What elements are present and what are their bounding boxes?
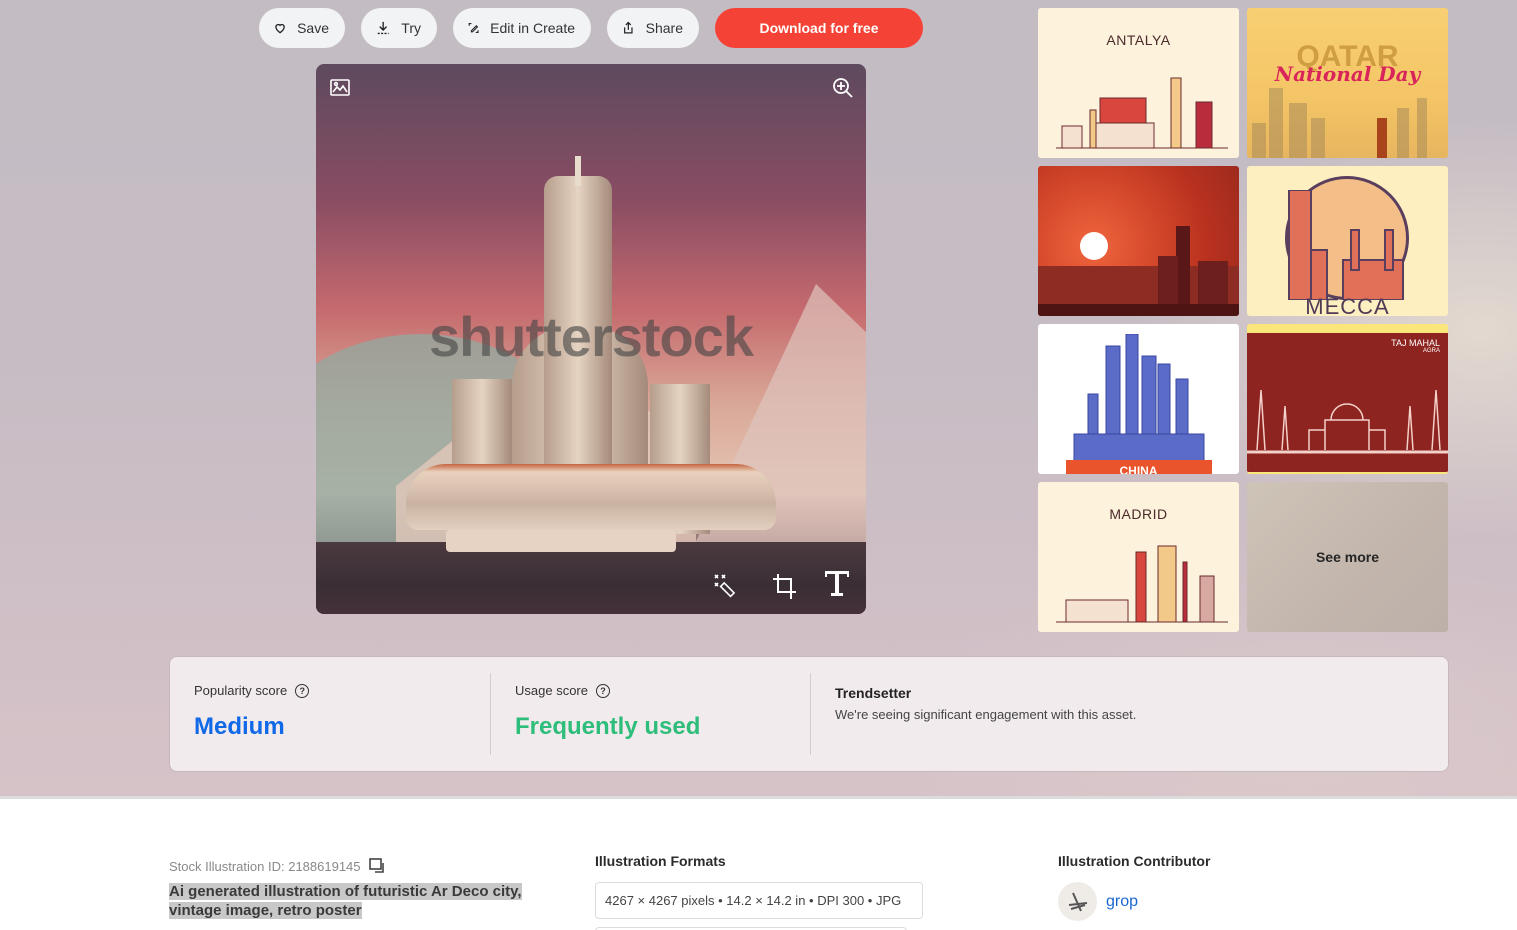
trendsetter-description: We're seeing significant engagement with… bbox=[835, 707, 1137, 722]
see-more-label: See more bbox=[1315, 549, 1380, 565]
watermark: shutterstock bbox=[428, 305, 754, 368]
try-button[interactable]: Try bbox=[361, 8, 437, 48]
crop-icon[interactable] bbox=[771, 572, 797, 600]
building-ring-shape bbox=[406, 464, 776, 530]
usage-score-label: Usage score ? bbox=[515, 683, 786, 698]
copy-icon[interactable] bbox=[368, 858, 387, 874]
related-thumb-china[interactable]: CHINA bbox=[1038, 324, 1239, 474]
save-label: Save bbox=[297, 20, 329, 36]
format-option[interactable]: 4267 × 4267 pixels • 14.2 × 14.2 in • DP… bbox=[595, 882, 923, 919]
zoom-in-icon[interactable] bbox=[832, 77, 854, 99]
thumb-label: TAJ MAHAL AGRA bbox=[1391, 338, 1440, 355]
image-icon[interactable] bbox=[330, 79, 350, 97]
usage-score-value: Frequently used bbox=[515, 713, 701, 740]
usage-label-text: Usage score bbox=[515, 683, 588, 698]
avatar bbox=[1058, 882, 1097, 921]
text-icon[interactable] bbox=[823, 569, 851, 597]
format-option-text: 4267 × 4267 pixels • 14.2 × 14.2 in • DP… bbox=[605, 893, 902, 908]
skyline-art bbox=[1066, 334, 1212, 474]
try-label: Try bbox=[401, 20, 421, 36]
magic-wand-icon[interactable] bbox=[712, 572, 738, 598]
trendsetter-title: Trendsetter bbox=[835, 685, 912, 701]
thumb-label: CHINA bbox=[1119, 464, 1158, 474]
help-icon[interactable]: ? bbox=[295, 683, 310, 698]
trendsetter-badge: Trendsetter We're seeing significant eng… bbox=[810, 673, 1160, 755]
related-illustrations-grid: ANTALYA QATAR National Day MECCA CHINA T… bbox=[1038, 8, 1448, 632]
stock-id: Stock Illustration ID: 2188619145 bbox=[169, 858, 387, 874]
share-label: Share bbox=[645, 20, 683, 36]
edit-pencil-icon bbox=[468, 23, 479, 33]
related-thumb-mecca[interactable]: MECCA bbox=[1247, 166, 1448, 316]
save-button[interactable]: Save bbox=[259, 8, 345, 48]
thumb-title: TAJ MAHAL bbox=[1391, 338, 1440, 348]
related-thumb-madrid[interactable]: MADRID bbox=[1038, 482, 1239, 632]
popularity-score-label: Popularity score ? bbox=[194, 683, 466, 698]
edit-label: Edit in Create bbox=[490, 20, 575, 36]
related-thumb-qatar[interactable]: QATAR National Day bbox=[1247, 8, 1448, 158]
contributor-link[interactable]: grop bbox=[1058, 882, 1138, 921]
popularity-score-value: Medium bbox=[194, 713, 285, 740]
spire-shape bbox=[575, 156, 581, 186]
related-thumb-taj-mahal[interactable]: TAJ MAHAL AGRA bbox=[1247, 324, 1448, 474]
skyline-art bbox=[1056, 77, 1228, 149]
asset-scores-panel: Popularity score ? Medium Usage score ? … bbox=[169, 656, 1449, 772]
thumb-label: ANTALYA bbox=[1106, 32, 1171, 48]
formats-title: Illustration Formats bbox=[595, 853, 726, 869]
illustration-description: Ai generated illustration of futuristic … bbox=[169, 882, 539, 920]
section-divider bbox=[0, 796, 1517, 799]
related-thumb-antalya[interactable]: ANTALYA bbox=[1038, 8, 1239, 158]
download-for-free-button[interactable]: Download for free bbox=[715, 8, 923, 48]
stock-id-text: Stock Illustration ID: 2188619145 bbox=[169, 858, 361, 874]
contributor-title: Illustration Contributor bbox=[1058, 853, 1211, 869]
see-more-button[interactable]: See more bbox=[1247, 482, 1448, 632]
contributor-name: grop bbox=[1106, 892, 1139, 910]
heart-icon bbox=[275, 23, 285, 34]
help-icon[interactable]: ? bbox=[595, 683, 610, 698]
popularity-score: Popularity score ? Medium bbox=[170, 657, 490, 771]
skyline-art bbox=[1252, 88, 1427, 158]
main-illustration[interactable]: shutterstock bbox=[316, 64, 866, 614]
edit-in-create-button[interactable]: Edit in Create bbox=[453, 8, 591, 48]
download-icon bbox=[377, 21, 389, 35]
description-text: Ai generated illustration of futuristic … bbox=[169, 883, 522, 919]
download-label: Download for free bbox=[759, 20, 879, 36]
share-icon bbox=[624, 21, 633, 34]
share-button[interactable]: Share bbox=[607, 8, 699, 48]
thumb-label: MECCA bbox=[1305, 294, 1390, 316]
skyline-art bbox=[1038, 226, 1239, 316]
thumb-label: MADRID bbox=[1109, 506, 1168, 522]
skyline-art bbox=[1288, 190, 1404, 300]
usage-score: Usage score ? Frequently used bbox=[490, 673, 810, 755]
skyline-art bbox=[1247, 389, 1448, 454]
skyline-art bbox=[1056, 545, 1228, 623]
action-toolbar: Save Try Edit in Create Share Download f… bbox=[259, 8, 923, 48]
related-thumb-sunset-skyline[interactable] bbox=[1038, 166, 1239, 316]
popularity-label-text: Popularity score bbox=[194, 683, 288, 698]
building-base-shape bbox=[446, 530, 676, 552]
thumb-sublabel: AGRA bbox=[1422, 348, 1440, 355]
